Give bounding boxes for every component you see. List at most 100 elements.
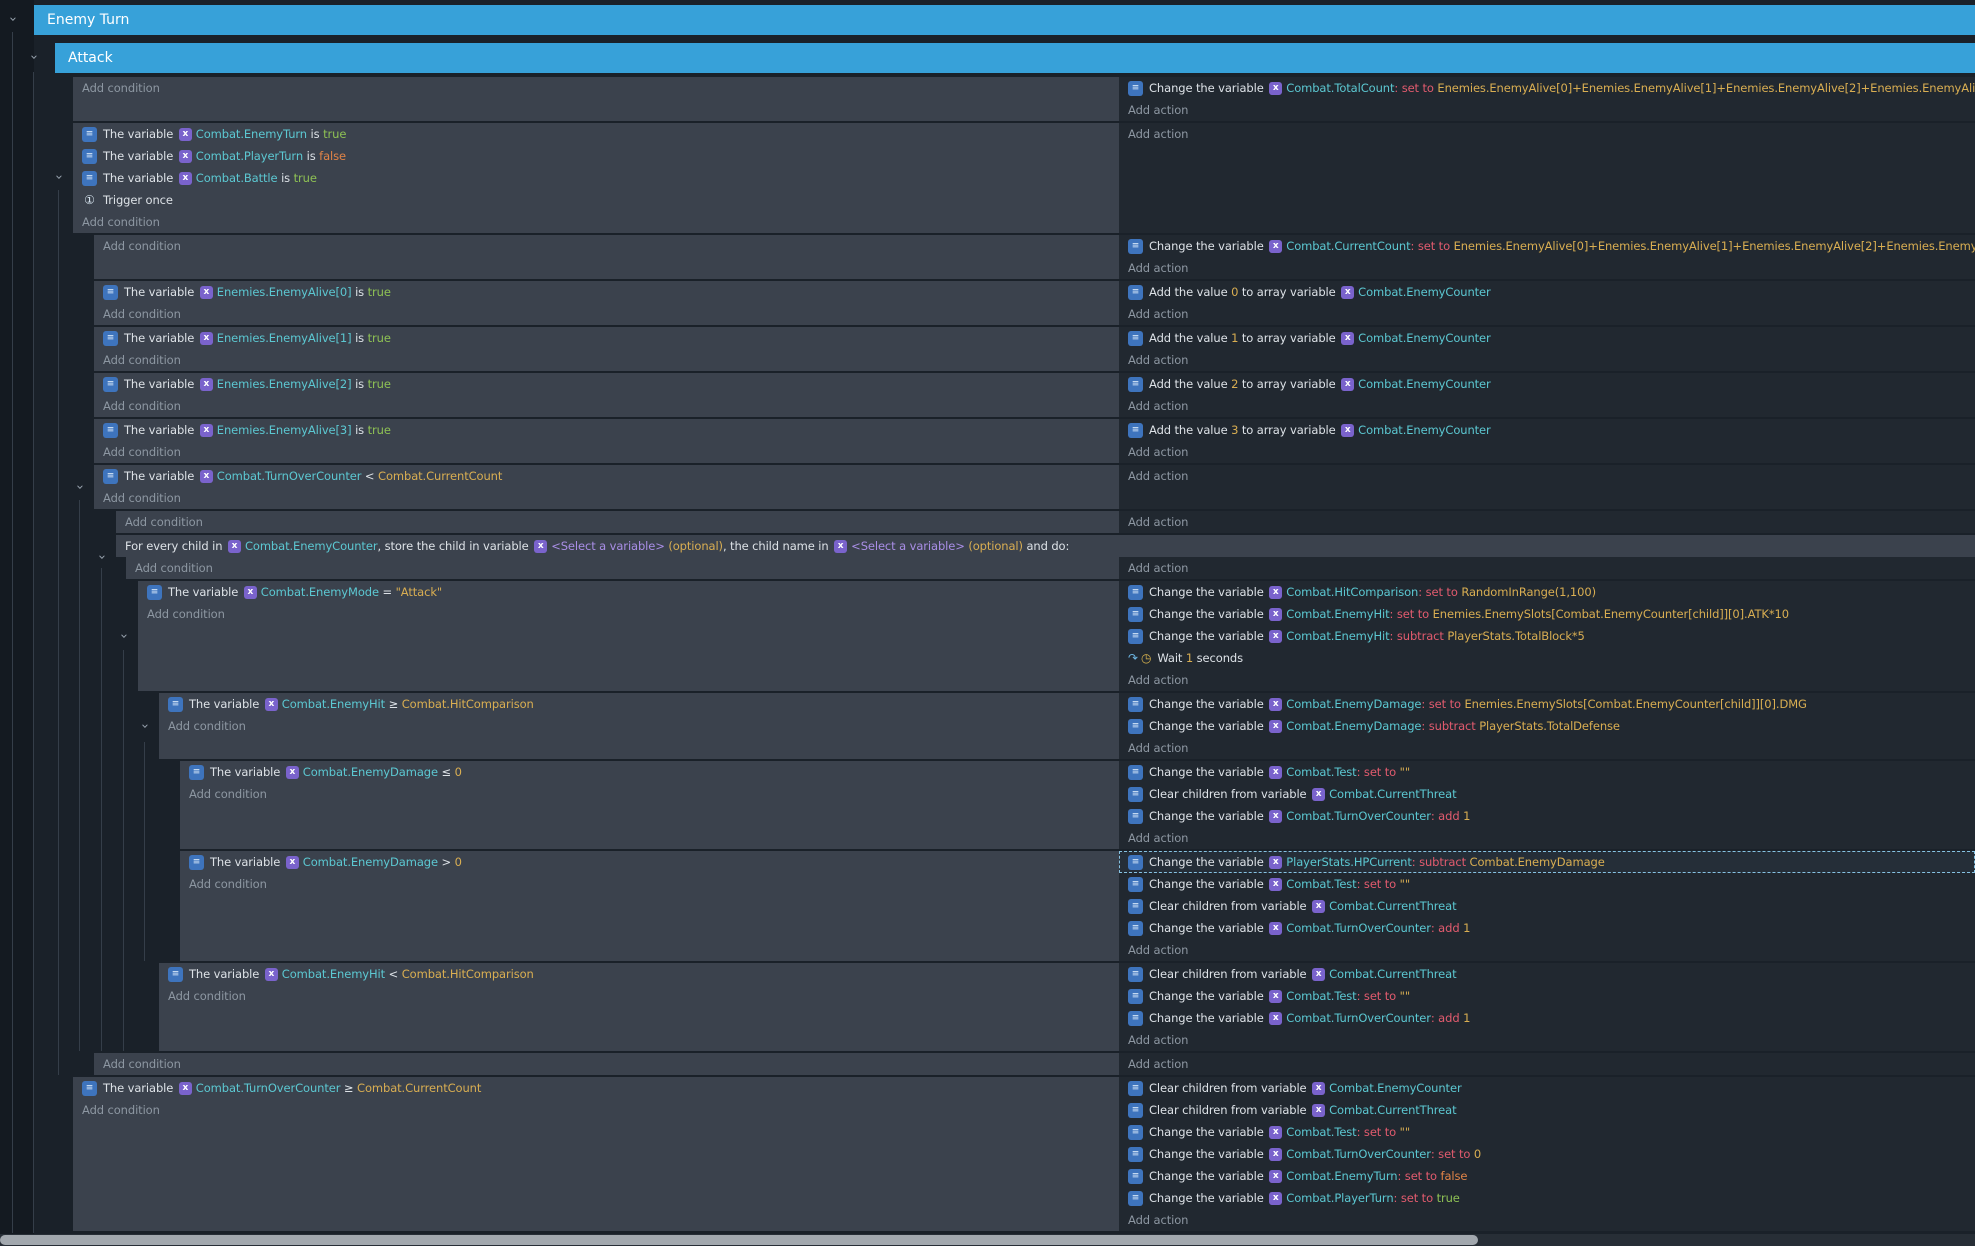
add-link-label: Add condition (189, 787, 267, 801)
condition-row[interactable]: ≡The variable xCombat.EnemyDamage ≤ 0 (180, 761, 1119, 783)
action-row[interactable]: ↷◷Wait 1 seconds (1119, 647, 1975, 669)
action-row[interactable]: ≡Add the value 3 to array variable xComb… (1119, 419, 1975, 441)
add-condition-link[interactable]: Add condition (116, 511, 1119, 533)
add-condition-link[interactable]: Add condition (159, 715, 1119, 737)
action-row[interactable]: ≡Change the variable xCombat.Test: set t… (1119, 873, 1975, 895)
token: The variable (103, 171, 177, 185)
horizontal-scrollbar-thumb[interactable] (0, 1235, 1478, 1245)
add-action-link[interactable]: Add action (1119, 1029, 1975, 1051)
action-row[interactable]: ≡Change the variable xCombat.Test: set t… (1119, 761, 1975, 783)
action-row[interactable]: ≡Change the variable xCombat.EnemyHit: s… (1119, 603, 1975, 625)
collapse-chevron-icon[interactable]: › (6, 13, 18, 25)
action-row[interactable]: ≡Change the variable xCombat.EnemyDamage… (1119, 715, 1975, 737)
add-action-link[interactable]: Add action (1119, 669, 1975, 691)
add-action-link[interactable]: Add action (1119, 1209, 1975, 1231)
action-row[interactable]: ≡Clear children from variable xCombat.Cu… (1119, 895, 1975, 917)
foreach-header[interactable]: For every child in xCombat.EnemyCounter,… (116, 535, 1975, 557)
add-condition-link[interactable]: Add condition (180, 873, 1119, 895)
action-row[interactable]: ≡Change the variable xCombat.Test: set t… (1119, 1121, 1975, 1143)
token: Combat.EnemyDamage (303, 855, 438, 869)
condition-row[interactable]: ①Trigger once (73, 189, 1119, 211)
action-row[interactable]: ≡Change the variable xCombat.CurrentCoun… (1119, 235, 1975, 257)
token: Clear children from variable (1149, 967, 1310, 981)
add-action-link[interactable]: Add action (1119, 257, 1975, 279)
token: Combat.PlayerTurn (196, 149, 303, 163)
add-condition-link[interactable]: Add condition (94, 349, 1119, 371)
condition-row[interactable]: ≡The variable xCombat.TurnOverCounter < … (94, 465, 1119, 487)
token: Combat.TurnOverCounter (1286, 809, 1431, 823)
action-row[interactable]: ≡Change the variable xCombat.EnemyHit: s… (1119, 625, 1975, 647)
condition-row[interactable]: ≡The variable xCombat.EnemyTurn is true (73, 123, 1119, 145)
condition-row[interactable]: ≡The variable xEnemies.EnemyAlive[3] is … (94, 419, 1119, 441)
add-action-link[interactable]: Add action (1119, 511, 1975, 533)
action-row[interactable]: ≡Change the variable xCombat.TurnOverCou… (1119, 805, 1975, 827)
group-header-enemy-turn[interactable]: Enemy Turn (34, 5, 1975, 35)
add-condition-link[interactable]: Add condition (138, 603, 1119, 625)
group-header-attack[interactable]: Attack (55, 43, 1975, 73)
condition-row[interactable]: ≡The variable xEnemies.EnemyAlive[1] is … (94, 327, 1119, 349)
token: is (352, 423, 368, 437)
action-row[interactable]: ≡Add the value 2 to array variable xComb… (1119, 373, 1975, 395)
add-action-link[interactable]: Add action (1119, 737, 1975, 759)
add-action-link[interactable]: Add action (1119, 99, 1975, 121)
add-condition-link[interactable]: Add condition (94, 487, 1119, 509)
token: Combat.CurrentCount (357, 1081, 481, 1095)
add-condition-link[interactable]: Add condition (73, 211, 1119, 233)
add-condition-link[interactable]: Add condition (73, 77, 1119, 99)
add-condition-link[interactable]: Add condition (94, 235, 1119, 257)
add-condition-link[interactable]: Add condition (180, 783, 1119, 805)
add-condition-link[interactable]: Add condition (94, 395, 1119, 417)
collapse-chevron-icon[interactable]: › (27, 51, 39, 63)
action-row[interactable]: ≡Add the value 1 to array variable xComb… (1119, 327, 1975, 349)
condition-row[interactable]: ≡The variable xEnemies.EnemyAlive[2] is … (94, 373, 1119, 395)
add-action-link[interactable]: Add action (1119, 395, 1975, 417)
action-row[interactable]: ≡Change the variable xCombat.PlayerTurn:… (1119, 1187, 1975, 1209)
action-row[interactable]: ≡Clear children from variable xCombat.Cu… (1119, 783, 1975, 805)
add-action-link[interactable]: Add action (1119, 349, 1975, 371)
action-row[interactable]: ≡Clear children from variable xCombat.En… (1119, 1077, 1975, 1099)
action-row[interactable]: ≡Change the variable xCombat.Test: set t… (1119, 985, 1975, 1007)
action-row[interactable]: ≡Clear children from variable xCombat.Cu… (1119, 1099, 1975, 1121)
action-row[interactable]: ≡Add the value 0 to array variable xComb… (1119, 281, 1975, 303)
condition-row[interactable]: ≡The variable xCombat.EnemyHit ≥ Combat.… (159, 693, 1119, 715)
add-condition-link[interactable]: Add condition (159, 985, 1119, 1007)
token: seconds (1193, 651, 1243, 665)
inline-variable-icon: x (200, 424, 213, 437)
condition-row[interactable]: ≡The variable xCombat.Battle is true (73, 167, 1119, 189)
token: For every child in (125, 539, 226, 553)
event: ≡The variable xCombat.TurnOverCounter < … (94, 465, 1975, 509)
action-row[interactable]: ≡Change the variable xCombat.EnemyTurn: … (1119, 1165, 1975, 1187)
action-row[interactable]: ≡Change the variable xCombat.HitComparis… (1119, 581, 1975, 603)
add-condition-link[interactable]: Add condition (73, 1099, 1119, 1121)
conditions-panel: Add condition (94, 235, 1119, 279)
action-row[interactable]: ≡Change the variable xCombat.EnemyDamage… (1119, 693, 1975, 715)
add-action-link[interactable]: Add action (1119, 123, 1975, 145)
action-row[interactable]: ≡Change the variable xCombat.TurnOverCou… (1119, 1143, 1975, 1165)
add-action-link[interactable]: Add action (1119, 827, 1975, 849)
event: Add condition≡Change the variable xComba… (94, 235, 1975, 279)
add-condition-link[interactable]: Add condition (94, 303, 1119, 325)
add-action-link[interactable]: Add action (1119, 303, 1975, 325)
add-action-link[interactable]: Add action (1119, 1053, 1975, 1075)
action-row[interactable]: ≡Change the variable xCombat.TurnOverCou… (1119, 917, 1975, 939)
condition-row[interactable]: ≡The variable xCombat.EnemyDamage > 0 (180, 851, 1119, 873)
action-row[interactable]: ≡Change the variable xCombat.TotalCount:… (1119, 77, 1975, 99)
inline-variable-icon: x (286, 766, 299, 779)
add-action-link[interactable]: Add action (1119, 441, 1975, 463)
condition-row[interactable]: ≡The variable xCombat.EnemyHit < Combat.… (159, 963, 1119, 985)
add-action-link[interactable]: Add action (1119, 557, 1975, 579)
condition-row[interactable]: ≡The variable xCombat.EnemyMode = "Attac… (138, 581, 1119, 603)
action-row[interactable]: ≡Change the variable xCombat.TurnOverCou… (1119, 1007, 1975, 1029)
add-condition-link[interactable]: Add condition (94, 1053, 1119, 1075)
condition-row[interactable]: ≡The variable xCombat.TurnOverCounter ≥ … (73, 1077, 1119, 1099)
action-row[interactable]: ≡Clear children from variable xCombat.Cu… (1119, 963, 1975, 985)
token: <Select a variable> (851, 539, 965, 553)
add-condition-link[interactable]: Add condition (94, 441, 1119, 463)
condition-row[interactable]: ≡The variable xEnemies.EnemyAlive[0] is … (94, 281, 1119, 303)
add-action-link[interactable]: Add action (1119, 465, 1975, 487)
condition-row[interactable]: ≡The variable xCombat.PlayerTurn is fals… (73, 145, 1119, 167)
add-action-link[interactable]: Add action (1119, 939, 1975, 961)
token: : subtract (1390, 629, 1448, 643)
add-condition-link[interactable]: Add condition (126, 557, 1119, 579)
action-row[interactable]: ≡Change the variable xPlayerStats.HPCurr… (1119, 851, 1975, 873)
